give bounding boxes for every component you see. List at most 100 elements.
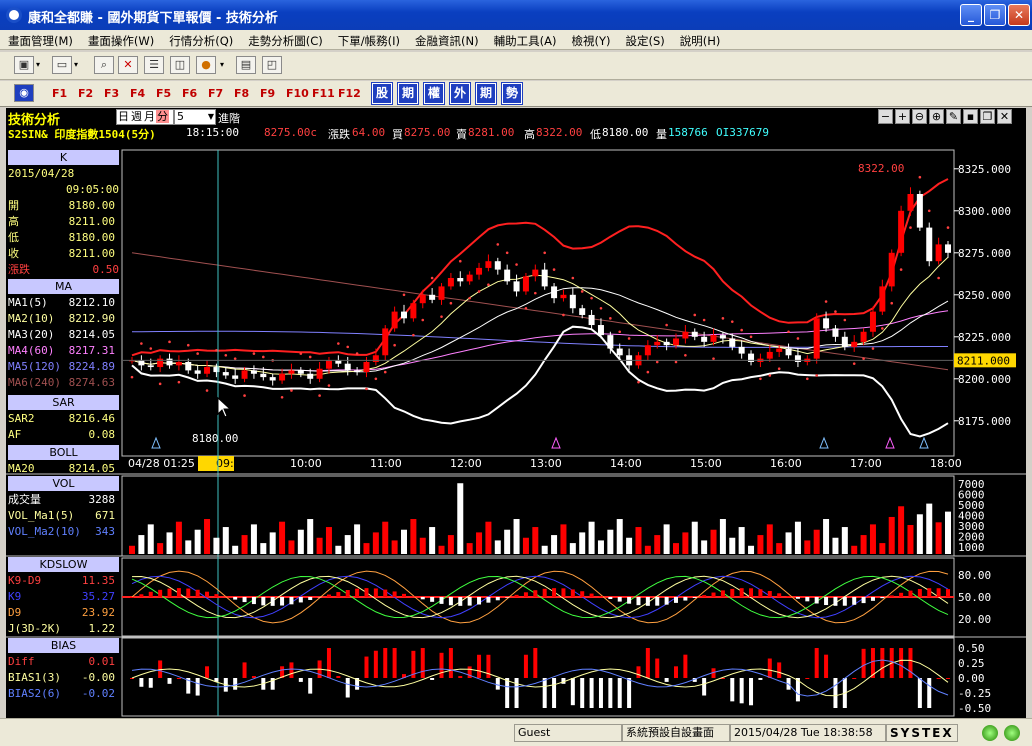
bias-tick-label: 0.50 — [958, 642, 985, 655]
kd-diff-bar — [936, 588, 941, 597]
chart-canvas[interactable]: 8325.000 8300.000 8275.000 8250.000 8225.000… — [6, 108, 1026, 718]
kd-diff-bar — [917, 589, 922, 597]
menu-finance-info[interactable]: 金融資訊(N) — [407, 30, 486, 49]
dropdown-arrow-icon[interactable]: ▾ — [36, 60, 40, 69]
category-button-2[interactable]: 權 — [423, 82, 445, 105]
kd-diff-bar — [251, 597, 256, 605]
sar-dot — [158, 382, 162, 386]
layout-icon[interactable]: ▣ — [14, 56, 34, 74]
sar-dot — [674, 360, 678, 364]
fkey-f12[interactable]: F12 — [338, 85, 361, 103]
category-button-4[interactable]: 期 — [475, 82, 497, 105]
candle-body — [260, 373, 267, 378]
screen-icon[interactable]: ◰ — [262, 56, 282, 74]
candle-body — [288, 370, 295, 374]
bias-bar — [448, 648, 453, 678]
kd-diff-bar — [345, 590, 350, 597]
sar-dot — [768, 374, 772, 377]
volume-bar — [213, 537, 220, 554]
kd-diff-bar — [674, 597, 678, 603]
fkey-f6[interactable]: F6 — [182, 85, 197, 103]
sar-dot — [487, 283, 490, 287]
menu-order-account[interactable]: 下單/帳務(I) — [330, 30, 407, 49]
bias-bar — [205, 666, 210, 678]
fkey-f4[interactable]: F4 — [130, 85, 145, 103]
sar-dot — [899, 268, 903, 271]
fkey-f3[interactable]: F3 — [104, 85, 119, 103]
sar-dot — [299, 352, 303, 355]
category-button-5[interactable]: 勢 — [501, 82, 523, 105]
sar-dot — [430, 276, 434, 280]
dropdown-arrow-icon[interactable]: ▾ — [220, 60, 224, 69]
systex-logo-icon[interactable]: ◉ — [14, 84, 34, 102]
volume-bar — [757, 535, 764, 554]
volume-bar — [204, 519, 211, 554]
volume-bar — [372, 532, 379, 554]
kd-diff-bar — [439, 597, 444, 604]
fkey-f11[interactable]: F11 — [312, 85, 335, 103]
signal-triangle-icon — [151, 436, 161, 449]
kd-diff-bar — [580, 591, 585, 597]
category-button-1[interactable]: 期 — [397, 82, 419, 105]
kd-diff-bar — [702, 595, 707, 597]
fkey-f1[interactable]: F1 — [52, 85, 67, 103]
menu-tools[interactable]: 輔助工具(A) — [486, 30, 564, 49]
dropdown-arrow-icon[interactable]: ▾ — [74, 60, 78, 69]
close-button[interactable]: ✕ — [1008, 4, 1030, 26]
minimize-button[interactable]: _ — [960, 4, 982, 26]
volume-bar — [504, 529, 511, 554]
kd-diff-bar — [767, 591, 772, 597]
menu-help[interactable]: 說明(H) — [672, 30, 728, 49]
menu-view[interactable]: 檢視(Y) — [563, 30, 617, 49]
fkey-f9[interactable]: F9 — [260, 85, 275, 103]
candle-body — [232, 375, 239, 379]
bias-bar — [927, 678, 932, 708]
bias-bar — [617, 678, 622, 708]
menu-screen-operate[interactable]: 畫面操作(W) — [80, 30, 161, 49]
sar-dot — [327, 384, 331, 387]
window-split-icon[interactable]: ◫ — [170, 56, 190, 74]
window-title: 康和全都賺 - 國外期貨下單報價 - 技術分析 — [28, 11, 278, 26]
fkey-f10[interactable]: F10 — [286, 85, 309, 103]
kd-diff-bar — [730, 588, 735, 597]
category-button-0[interactable]: 股 — [371, 82, 393, 105]
maximize-button[interactable]: ❐ — [984, 4, 1006, 26]
menu-settings[interactable]: 設定(S) — [617, 30, 671, 49]
candle-body — [522, 276, 529, 292]
menu-quote-analysis[interactable]: 行情分析(Q) — [161, 30, 240, 49]
fkey-f5[interactable]: F5 — [156, 85, 171, 103]
ball-icon[interactable]: ● — [196, 56, 216, 74]
fkey-f8[interactable]: F8 — [234, 85, 249, 103]
sar-dot — [534, 291, 537, 295]
bias-bar — [139, 678, 144, 687]
sar-dot — [140, 342, 143, 345]
bias-bar — [514, 678, 519, 708]
candle-body — [607, 335, 614, 349]
close-window-icon[interactable]: ✕ — [118, 56, 138, 74]
candle-body — [673, 338, 679, 346]
category-button-3[interactable]: 外 — [449, 82, 471, 105]
bias-bar — [608, 678, 613, 708]
time-tick-label: 10:00 — [290, 457, 322, 470]
candle-body — [691, 331, 698, 337]
menu-trend-chart[interactable]: 走勢分析圖(C) — [240, 30, 330, 49]
bias-bar — [458, 676, 463, 678]
kd-diff-bar — [486, 597, 491, 603]
monitor-icon[interactable]: ▭ — [52, 56, 72, 74]
search-icon[interactable]: ⌕ — [94, 56, 114, 74]
fkey-f2[interactable]: F2 — [78, 85, 93, 103]
candle-body — [429, 294, 436, 300]
kd-diff-bar — [889, 595, 894, 597]
candle-body — [335, 360, 342, 364]
card-icon[interactable]: ▤ — [236, 56, 256, 74]
kd-diff-bar — [158, 589, 163, 597]
fkey-f7[interactable]: F7 — [208, 85, 223, 103]
bias-bar — [833, 678, 838, 708]
volume-bar — [354, 524, 361, 554]
volume-bar — [279, 521, 286, 554]
sar-dot — [777, 367, 781, 371]
menu-screen-manage[interactable]: 畫面管理(M) — [0, 30, 80, 49]
window-tile-icon[interactable]: ☰ — [144, 56, 164, 74]
bias-bar — [242, 662, 247, 678]
candle-body — [269, 377, 276, 381]
